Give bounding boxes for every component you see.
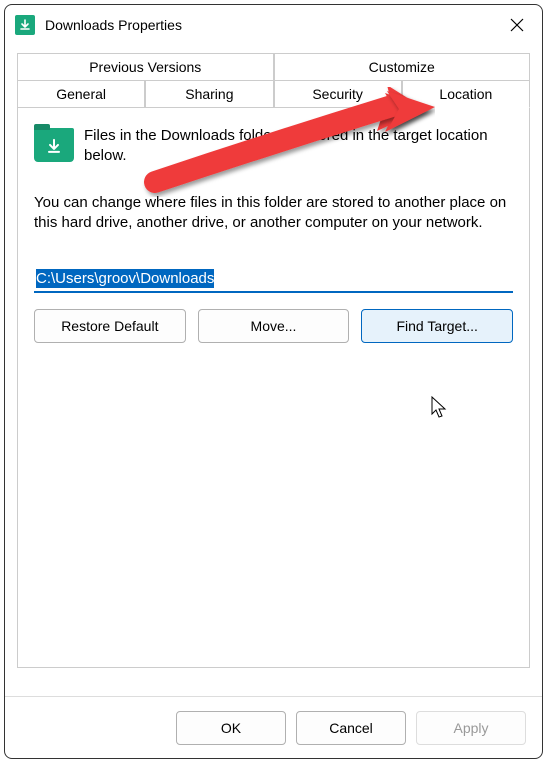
apply-button[interactable]: Apply: [416, 711, 526, 745]
location-path-input[interactable]: C:\Users\groov\Downloads: [34, 266, 513, 293]
restore-default-button[interactable]: Restore Default: [34, 309, 186, 343]
move-button[interactable]: Move...: [198, 309, 350, 343]
location-buttons: Restore Default Move... Find Target...: [34, 309, 513, 343]
downloads-folder-icon: [34, 128, 74, 162]
tab-previous-versions[interactable]: Previous Versions: [17, 53, 274, 80]
cancel-button[interactable]: Cancel: [296, 711, 406, 745]
content-area: Previous Versions Customize General Shar…: [5, 45, 542, 696]
tab-sharing[interactable]: Sharing: [145, 80, 273, 108]
tab-general[interactable]: General: [17, 80, 145, 108]
window-title: Downloads Properties: [45, 17, 502, 33]
titlebar: Downloads Properties: [5, 5, 542, 45]
download-icon: [15, 15, 35, 35]
info-text: Files in the Downloads folder are stored…: [84, 126, 513, 165]
ok-button[interactable]: OK: [176, 711, 286, 745]
tab-customize[interactable]: Customize: [274, 53, 531, 80]
location-panel: Files in the Downloads folder are stored…: [17, 108, 530, 668]
tab-location[interactable]: Location: [402, 80, 530, 108]
tab-strip: Previous Versions Customize General Shar…: [17, 53, 530, 108]
close-icon: [510, 18, 524, 32]
dialog-footer: OK Cancel Apply: [5, 696, 542, 758]
find-target-button[interactable]: Find Target...: [361, 309, 513, 343]
tab-security[interactable]: Security: [274, 80, 402, 108]
close-button[interactable]: [502, 10, 532, 40]
properties-window: Downloads Properties Previous Versions C…: [4, 4, 543, 759]
path-value: C:\Users\groov\Downloads: [36, 269, 214, 288]
description-text: You can change where files in this folde…: [34, 193, 513, 234]
